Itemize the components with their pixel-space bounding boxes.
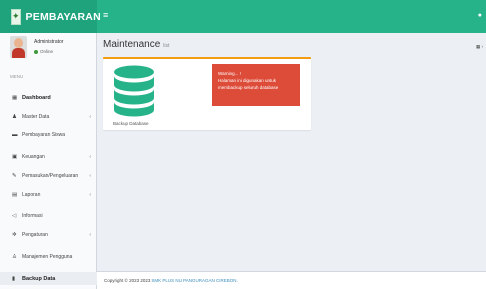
sidebar-item-keuangan[interactable]: ▣ Keuangan ‹ [0,150,97,163]
sidebar-item-label: Keuangan [22,153,45,160]
chevron-left-icon: ‹ [89,231,91,238]
database-icon [114,65,154,117]
sidebar-item-label: Laporan [22,191,41,198]
sidebar-toggle-icon[interactable]: ≡ [103,11,108,20]
alert-title: Warning... ! [218,71,241,76]
sidebar-item-label: Manajemen Pengguna [22,253,73,260]
backup-database-caption[interactable]: Backup Database [113,121,149,126]
sidebar-item-pengaturan[interactable]: ✲ Pengaturan ‹ [0,228,97,241]
alert-line-2: membackup seluruh database [218,85,279,90]
warning-alert: Warning... ! Halaman ini digunakan untuk… [212,64,300,106]
gear-icon: ✲ [12,231,17,238]
sidebar-item-informasi[interactable]: ◁ Informasi [0,209,97,222]
user-status: Online [34,49,53,54]
top-navbar: ✦ PEMBAYARAN ≡ ● [0,0,486,33]
page-title: Maintenance list [103,39,169,50]
maintenance-box: Backup Database Warning... ! Halaman ini… [103,57,311,130]
page-title-text: Maintenance [103,39,161,50]
page-subtitle: list [163,43,170,49]
chevron-left-icon: ‹ [89,153,91,160]
sidebar-item-label: Backup Data [22,275,56,282]
brand-logo-area[interactable]: ✦ PEMBAYARAN [0,0,101,33]
sidebar-item-label: Pemasukan/Pengeluaran [22,172,79,179]
user-menu-icon[interactable]: ● [478,12,482,19]
sidebar-item-label: Master Data [22,113,50,120]
sidebar-item-label: Pembayaran Siswa [22,131,66,138]
sidebar-item-backup-data[interactable]: ▮ Backup Data [0,272,97,285]
users-icon: ♟ [12,113,17,120]
edit-icon: ✎ [12,172,17,179]
database-icon: ▮ [12,275,16,282]
bullhorn-icon: ◁ [12,212,17,219]
sidebar-item-label: Informasi [22,212,43,219]
chevron-left-icon: ‹ [89,191,91,198]
sidebar-item-label: Dashboard [22,94,51,101]
user-icon: ♙ [12,253,17,260]
sidebar-item-laporan[interactable]: ▤ Laporan ‹ [0,188,97,201]
chevron-left-icon: ‹ [89,172,91,179]
sidebar-item-pemasukan-pengeluaran[interactable]: ✎ Pemasukan/Pengeluaran ‹ [0,169,97,182]
footer: Copyright © 2023 2023 SMK PLUS NU PANGUR… [97,271,486,289]
sidebar: Administrator Online MENU ▦ Dashboard ♟ … [0,33,97,289]
sidebar-item-dashboard[interactable]: ▦ Dashboard [0,91,97,104]
dashboard-icon: ▦ [12,94,18,101]
user-name: Administrator [34,39,64,45]
chevron-left-icon: ‹ [89,113,91,120]
payment-card-icon: ▬ [12,131,18,138]
menu-header: MENU [10,74,24,79]
sidebar-item-manajemen-pengguna[interactable]: ♙ Manajemen Pengguna [0,250,97,263]
school-logo-icon: ✦ [11,8,21,25]
user-status-label: Online [40,49,54,54]
footer-school-link[interactable]: SMK PLUS NU PANGURAGAN CIREBON. [151,278,237,283]
user-panel: Administrator Online [10,36,95,64]
avatar [10,36,27,58]
brand-title: PEMBAYARAN [25,10,101,23]
alert-line-1: Halaman ini digunakan untuk [218,78,277,83]
money-icon: ▣ [12,153,18,160]
footer-copyright: Copyright © 2023 2023 [104,278,151,283]
sidebar-item-pembayaran-siswa[interactable]: ▬ Pembayaran Siswa [0,128,97,141]
backup-database-tile[interactable]: Backup Database [111,65,157,128]
online-dot-icon [34,49,38,54]
sidebar-item-master-data[interactable]: ♟ Master Data ‹ [0,110,97,123]
report-icon: ▤ [12,191,18,198]
sidebar-item-label: Pengaturan [22,231,48,238]
breadcrumb-icon: ▦ › [475,44,483,49]
